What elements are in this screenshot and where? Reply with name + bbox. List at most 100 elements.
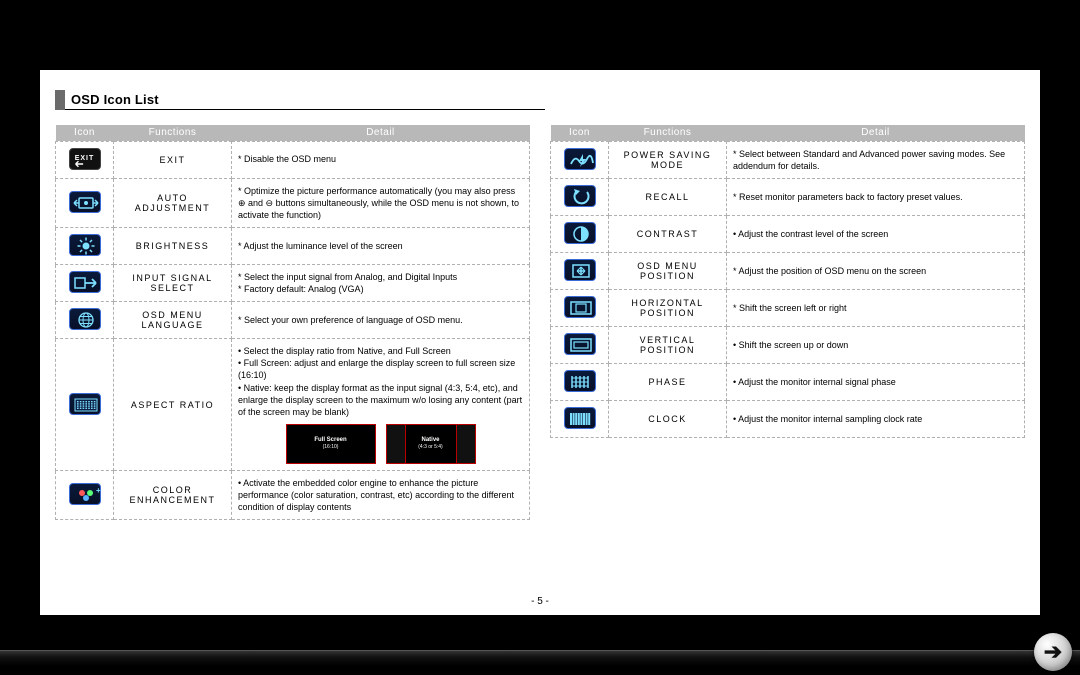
detail-cell: * Adjust the luminance level of the scre… (232, 227, 530, 264)
color-icon: + (69, 483, 101, 505)
detail-line: * Select the input signal from Analog, a… (238, 271, 523, 283)
page: OSD Icon List Icon Functions Detail EXIT… (0, 0, 1080, 675)
vpos-icon (564, 333, 596, 355)
next-page-button[interactable]: ➔ (1034, 633, 1072, 671)
function-cell: Horizontal Position (609, 289, 727, 326)
language-icon (69, 308, 101, 330)
osd-table-right: Icon Functions Detail Power Saving Mode*… (550, 125, 1025, 438)
detail-cell: • Adjust the contrast level of the scree… (727, 215, 1025, 252)
detail-cell: * Select the input signal from Analog, a… (232, 264, 530, 301)
icon-cell: + (56, 471, 114, 520)
section-title-bar: OSD Icon List (55, 90, 545, 110)
exit-icon: EXIT (69, 148, 101, 170)
detail-line: * Shift the screen left or right (733, 302, 1018, 314)
page-number: - 5 - (40, 596, 1040, 607)
icon-cell (551, 141, 609, 178)
icon-cell (56, 339, 114, 471)
detail-line: • Native: keep the display format as the… (238, 382, 523, 418)
function-cell: Brightness (114, 227, 232, 264)
aspect-ratio-preview: Full Screen(16:10)Native(4:3 or 5:4) (238, 424, 523, 464)
icon-cell (56, 178, 114, 227)
detail-line: * Adjust the position of OSD menu on the… (733, 265, 1018, 277)
right-column: Icon Functions Detail Power Saving Mode*… (550, 125, 1025, 520)
hpos-icon (564, 296, 596, 318)
function-cell: Aspect Ratio (114, 339, 232, 471)
thumb-label: Native (421, 437, 439, 444)
icon-cell (551, 400, 609, 437)
icon-cell (56, 227, 114, 264)
osdpos-icon (564, 259, 596, 281)
detail-cell: * Reset monitor parameters back to facto… (727, 178, 1025, 215)
arrow-right-icon: ➔ (1044, 639, 1062, 665)
detail-line: • Activate the embedded color engine to … (238, 477, 523, 513)
icon-cell (551, 215, 609, 252)
phase-icon (564, 370, 596, 392)
table-row: Vertical Position• Shift the screen up o… (551, 326, 1025, 363)
col-header-detail: Detail (727, 125, 1025, 141)
table-row: Brightness* Adjust the luminance level o… (56, 227, 530, 264)
function-cell: Phase (609, 363, 727, 400)
table-row: Aspect Ratio • Select the display ratio f… (56, 339, 530, 471)
col-header-icon: Icon (56, 125, 114, 141)
detail-line: • Select the display ratio from Native, … (238, 345, 523, 357)
table-row: Input Signal Select * Select the input si… (56, 264, 530, 301)
detail-line: * Factory default: Analog (VGA) (238, 283, 523, 295)
detail-cell: * Shift the screen left or right (727, 289, 1025, 326)
icon-cell (551, 178, 609, 215)
function-cell: Exit (114, 141, 232, 178)
power-icon (564, 148, 596, 170)
brightness-icon (69, 234, 101, 256)
aspect-icon (69, 393, 101, 415)
function-cell: Power Saving Mode (609, 141, 727, 178)
table-row: +Color Enhancement• Activate the embedde… (56, 471, 530, 520)
left-column: Icon Functions Detail EXIT Exit * Disable … (55, 125, 530, 520)
col-header-functions: Functions (609, 125, 727, 141)
detail-cell: • Select the display ratio from Native, … (232, 339, 530, 471)
table-row: Power Saving Mode* Select between Standa… (551, 141, 1025, 178)
bottom-bar: ➔ (0, 630, 1080, 675)
function-cell: OSD Menu Position (609, 252, 727, 289)
col-header-icon: Icon (551, 125, 609, 141)
thumb-label: Full Screen (314, 437, 346, 444)
detail-line: • Adjust the contrast level of the scree… (733, 228, 1018, 240)
function-cell: Recall (609, 178, 727, 215)
detail-line: * Reset monitor parameters back to facto… (733, 191, 1018, 203)
table-row: Recall * Reset monitor parameters back to… (551, 178, 1025, 215)
table-row: Phase • Adjust the monitor internal signa… (551, 363, 1025, 400)
aspect-preview-native: Native(4:3 or 5:4) (386, 424, 476, 464)
table-row: EXIT Exit * Disable the OSD menu (56, 141, 530, 178)
icon-cell (551, 363, 609, 400)
detail-line: • Adjust the monitor internal signal pha… (733, 376, 1018, 388)
function-cell: Clock (609, 400, 727, 437)
function-cell: Input Signal Select (114, 264, 232, 301)
table-row: Auto Adjustment* Optimize the picture pe… (56, 178, 530, 227)
function-cell: Auto Adjustment (114, 178, 232, 227)
function-cell: OSD Menu Language (114, 302, 232, 339)
col-header-detail: Detail (232, 125, 530, 141)
detail-line: • Full Screen: adjust and enlarge the di… (238, 357, 523, 381)
columns: Icon Functions Detail EXIT Exit * Disable … (55, 125, 1025, 520)
table-row: Clock• Adjust the monitor internal sampl… (551, 400, 1025, 437)
col-header-functions: Functions (114, 125, 232, 141)
clock-icon (564, 407, 596, 429)
detail-cell: • Adjust the monitor internal signal pha… (727, 363, 1025, 400)
detail-cell: • Activate the embedded color engine to … (232, 471, 530, 520)
section-title-handle-icon (55, 90, 65, 110)
document-sheet: OSD Icon List Icon Functions Detail EXIT… (40, 70, 1040, 615)
detail-cell: * Optimize the picture performance autom… (232, 178, 530, 227)
function-cell: Contrast (609, 215, 727, 252)
detail-cell: * Select your own preference of language… (232, 302, 530, 339)
table-row: Horizontal Position * Shift the screen le… (551, 289, 1025, 326)
auto-icon (69, 191, 101, 213)
detail-line: * Disable the OSD menu (238, 153, 523, 165)
detail-cell: * Adjust the position of OSD menu on the… (727, 252, 1025, 289)
thumb-sub: (4:3 or 5:4) (418, 444, 442, 451)
thumb-sub: (16:10) (323, 444, 339, 451)
detail-cell: * Disable the OSD menu (232, 141, 530, 178)
aspect-preview-fullscreen: Full Screen(16:10) (286, 424, 376, 464)
function-cell: Vertical Position (609, 326, 727, 363)
table-row: Contrast • Adjust the contrast level of t… (551, 215, 1025, 252)
detail-line: * Optimize the picture performance autom… (238, 185, 523, 221)
osd-table-left: Icon Functions Detail EXIT Exit * Disable … (55, 125, 530, 520)
detail-cell: • Adjust the monitor internal sampling c… (727, 400, 1025, 437)
